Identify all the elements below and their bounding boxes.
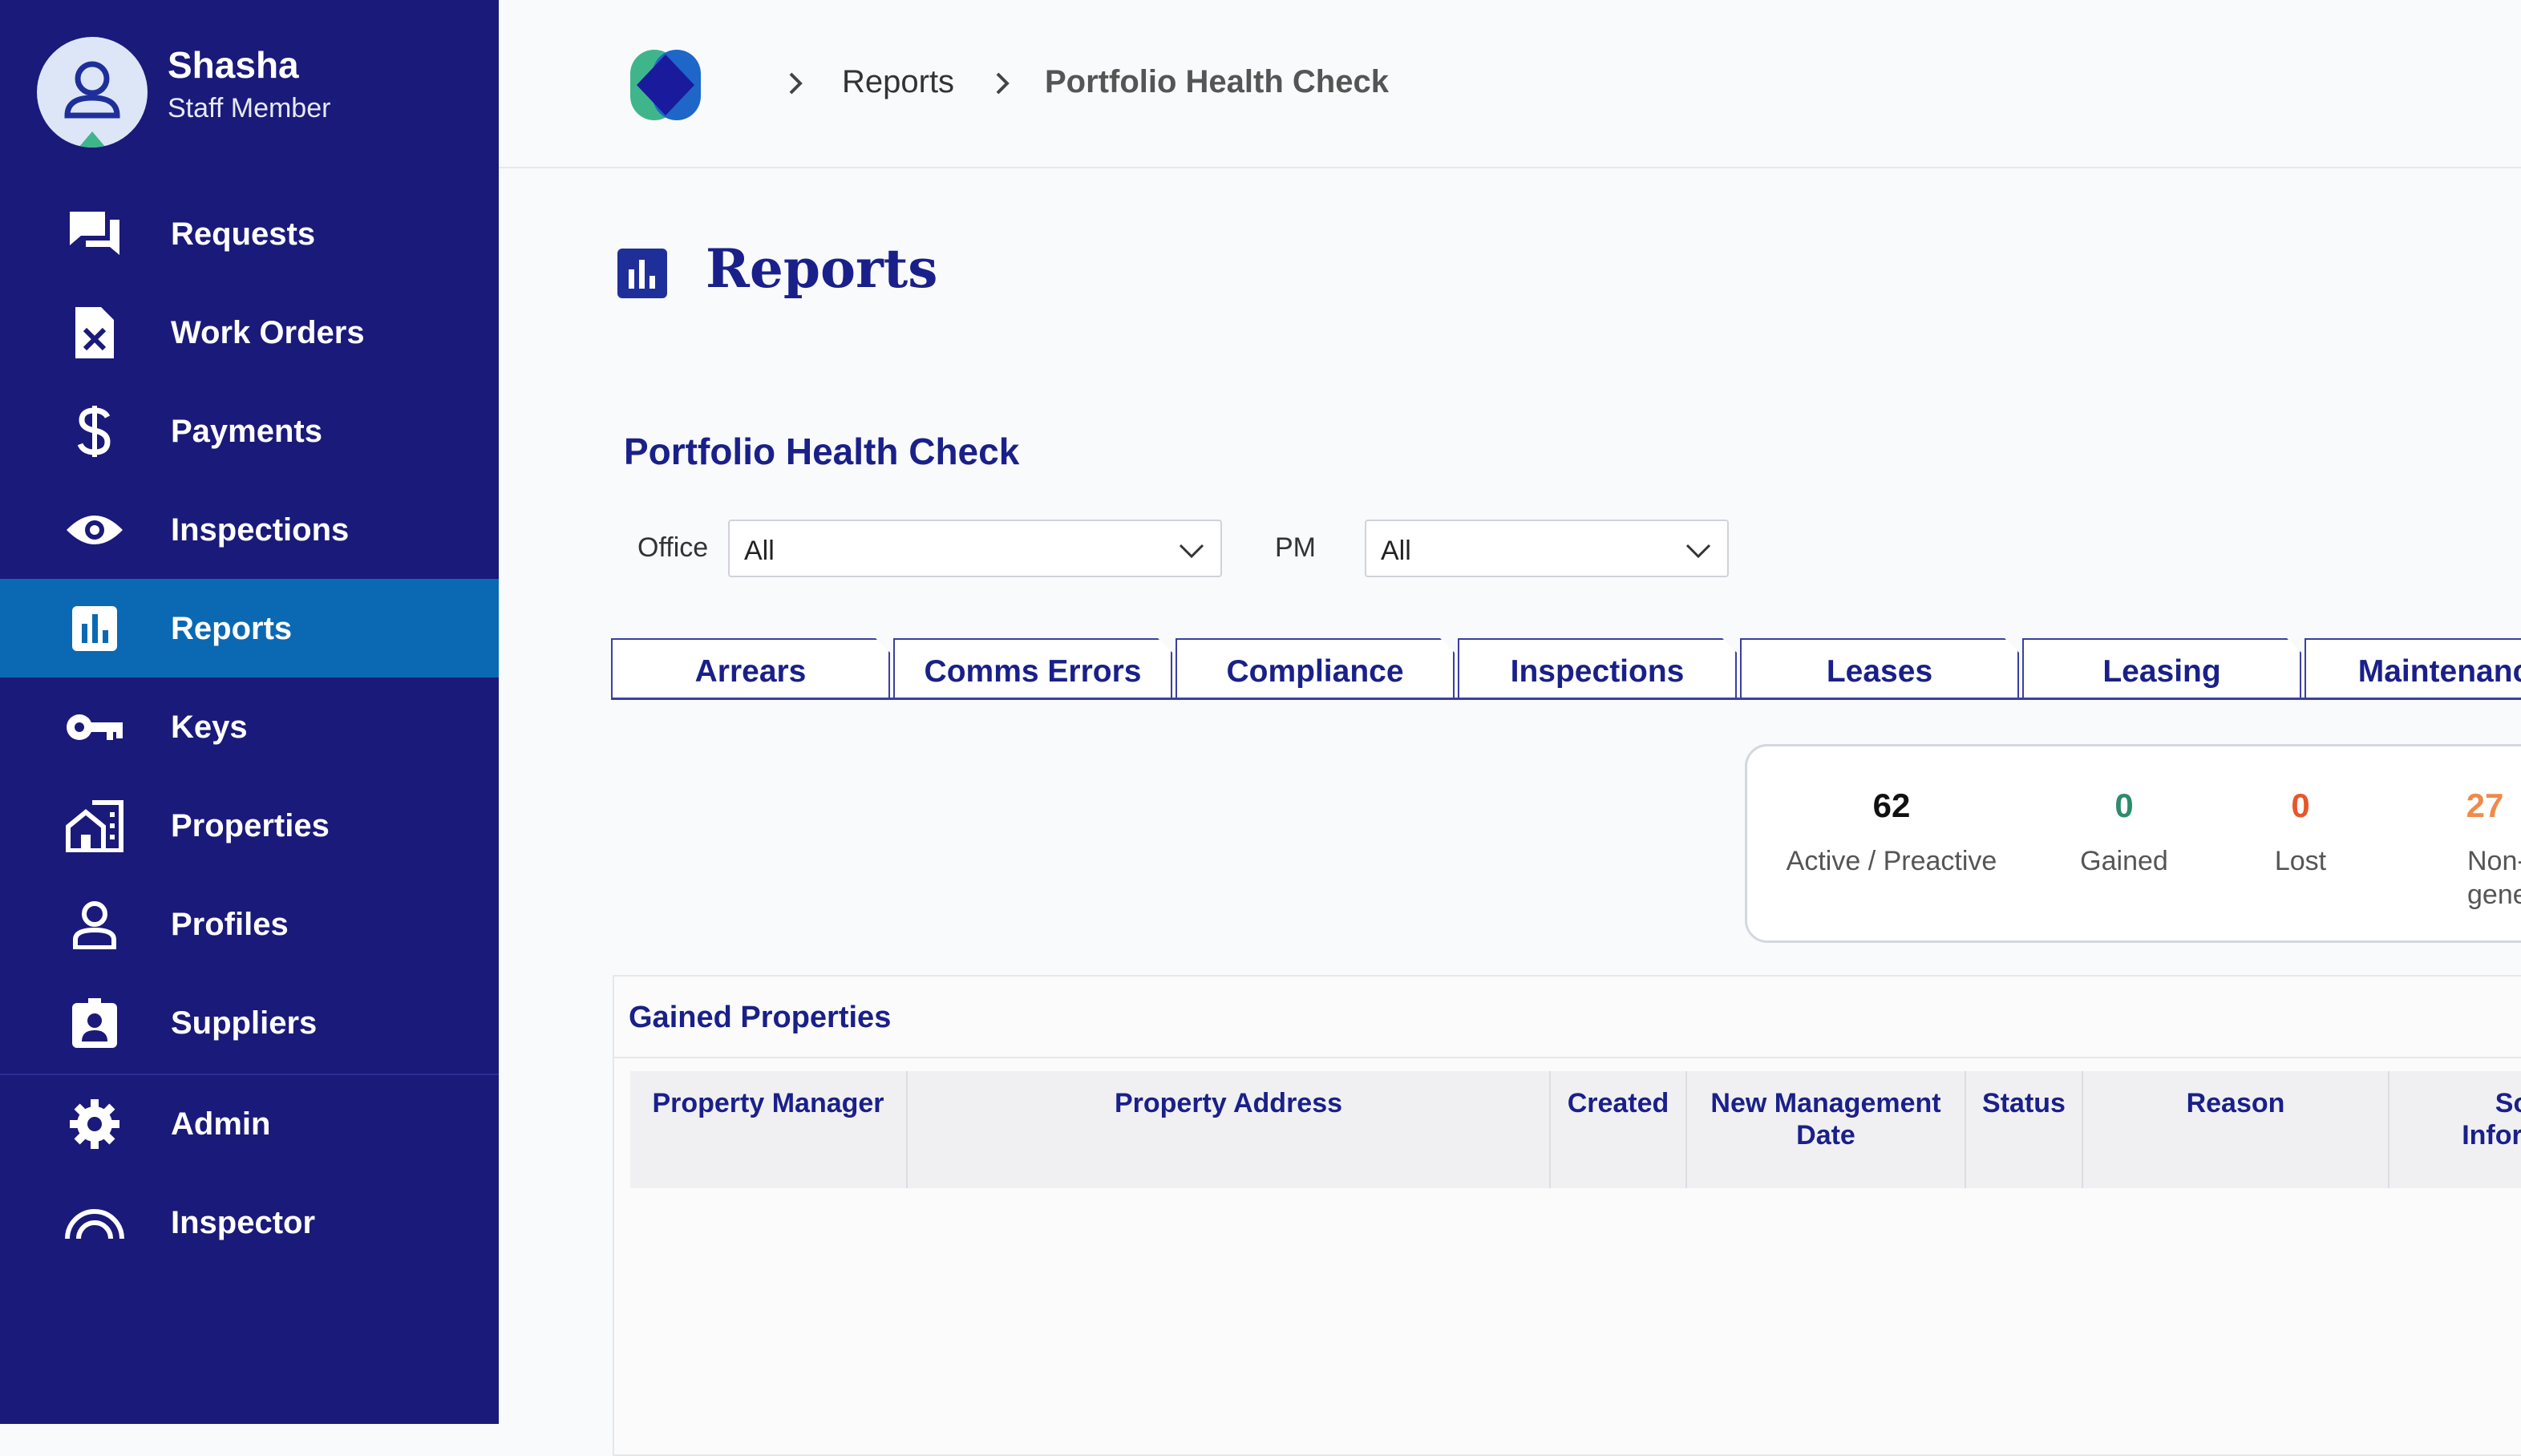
column-status[interactable]: Status xyxy=(1966,1071,2083,1188)
key-icon xyxy=(58,700,132,754)
app-logo[interactable] xyxy=(625,45,704,125)
sidebar-item-label: Work Orders xyxy=(171,315,365,350)
stat-value: 0 xyxy=(2291,787,2310,824)
column-source-information[interactable]: Sou Inform xyxy=(2389,1071,2521,1188)
breadcrumb-reports[interactable]: Reports xyxy=(842,64,954,100)
work-order-icon xyxy=(58,305,132,360)
sidebar-item-inspector[interactable]: Inspector xyxy=(0,1173,499,1272)
sidebar-item-requests[interactable]: Requests xyxy=(0,184,499,283)
user-role: Staff Member xyxy=(168,93,331,123)
sidebar-item-label: Admin xyxy=(171,1106,271,1142)
sidebar-item-label: Payments xyxy=(171,414,322,449)
column-label: Property Address xyxy=(1114,1088,1343,1118)
user-profile[interactable]: Shasha Staff Member xyxy=(0,0,499,176)
sidebar-item-label: Profiles xyxy=(171,907,289,942)
dollar-icon xyxy=(58,404,132,459)
building-icon xyxy=(58,799,132,853)
chat-icon xyxy=(58,207,132,261)
column-label: Status xyxy=(1982,1088,2066,1118)
sidebar-item-label: Keys xyxy=(171,710,248,745)
office-select[interactable]: All xyxy=(728,520,1222,577)
divider xyxy=(614,1057,2521,1058)
sidebar-item-inspections[interactable]: Inspections xyxy=(0,480,499,579)
tab-label: Leases xyxy=(1826,654,1933,689)
person-icon xyxy=(58,897,132,952)
chevron-right-icon xyxy=(993,67,1014,99)
report-tabs: Arrears Comms Errors Compliance Inspecti… xyxy=(611,638,2521,699)
tabs-underline xyxy=(611,698,2521,700)
user-name: Shasha xyxy=(168,44,299,86)
sidebar-item-label: Inspector xyxy=(171,1205,316,1240)
stat-value: 0 xyxy=(2114,787,2134,824)
page-title: Reports xyxy=(706,237,938,300)
bar-chart-icon xyxy=(617,249,667,298)
tab-inspections[interactable]: Inspections xyxy=(1458,638,1737,699)
chevron-down-icon xyxy=(1176,539,1208,563)
column-created[interactable]: Created xyxy=(1551,1071,1687,1188)
column-label: New Management Date xyxy=(1710,1088,1941,1151)
tab-leases[interactable]: Leases xyxy=(1740,638,2019,699)
column-label: Sou Inform xyxy=(2462,1088,2521,1151)
office-select-value: All xyxy=(744,536,775,566)
stats-card: 62 Active / Preactive 0 Gained 0 Lost 27… xyxy=(1745,744,2521,943)
sidebar-item-suppliers[interactable]: Suppliers xyxy=(0,973,499,1072)
sidebar-item-admin[interactable]: Admin xyxy=(0,1074,499,1173)
sidebar-item-label: Inspections xyxy=(171,512,350,548)
office-filter-label: Office xyxy=(637,532,709,563)
eye-icon xyxy=(58,503,132,557)
gear-icon xyxy=(58,1097,132,1151)
stat-label: Lost xyxy=(2274,846,2327,876)
chevron-down-icon xyxy=(1682,539,1714,563)
sidebar-item-keys[interactable]: Keys xyxy=(0,677,499,776)
column-property-manager[interactable]: Property Manager xyxy=(630,1071,908,1188)
stat-label: Active / Preactive xyxy=(1786,846,1997,876)
stat-label: Gained xyxy=(2080,846,2168,876)
tab-maintenance[interactable]: Maintenanc xyxy=(2305,638,2521,699)
sidebar-item-label: Requests xyxy=(171,216,316,252)
pm-select[interactable]: All xyxy=(1365,520,1729,577)
avatar[interactable] xyxy=(37,37,148,148)
column-label: Property Manager xyxy=(652,1088,884,1118)
tab-label: Leasing xyxy=(2102,654,2221,689)
sidebar-item-label: Properties xyxy=(171,808,330,843)
column-new-management-date[interactable]: New Management Date xyxy=(1687,1071,1966,1188)
badge-icon xyxy=(58,996,132,1050)
breadcrumb-current: Portfolio Health Check xyxy=(1045,64,1389,99)
tab-comms-errors[interactable]: Comms Errors xyxy=(893,638,1172,699)
chevron-right-icon xyxy=(786,67,807,99)
tab-compliance[interactable]: Compliance xyxy=(1176,638,1455,699)
tab-leasing[interactable]: Leasing xyxy=(2022,638,2301,699)
gained-properties-panel: Gained Properties Property Manager Prope… xyxy=(613,975,2521,1456)
tab-label: Comms Errors xyxy=(924,654,1142,689)
column-label: Created xyxy=(1567,1088,1669,1118)
bar-chart-icon xyxy=(58,601,132,656)
tab-label: Inspections xyxy=(1510,654,1685,689)
sidebar-item-work-orders[interactable]: Work Orders xyxy=(0,283,499,382)
tab-arrears[interactable]: Arrears xyxy=(611,638,890,699)
sidebar-item-payments[interactable]: Payments xyxy=(0,382,499,480)
pm-filter-label: PM xyxy=(1275,532,1316,563)
sidebar-item-profiles[interactable]: Profiles xyxy=(0,875,499,973)
gauge-icon xyxy=(58,1195,132,1250)
sidebar-item-label: Suppliers xyxy=(171,1005,318,1041)
column-label: Reason xyxy=(2186,1088,2285,1118)
sidebar-item-reports[interactable]: Reports xyxy=(0,579,499,677)
tab-label: Compliance xyxy=(1226,654,1404,689)
stat-label: Non-Inco generat xyxy=(2467,846,2521,910)
column-property-address[interactable]: Property Address xyxy=(908,1071,1551,1188)
pm-select-value: All xyxy=(1381,536,1411,566)
stat-value: 27 xyxy=(2466,787,2504,824)
sidebar: Shasha Staff Member Requests Work Orders… xyxy=(0,0,499,1424)
table-header: Property Manager Property Address Create… xyxy=(630,1071,2521,1188)
column-reason[interactable]: Reason xyxy=(2083,1071,2389,1188)
tab-label: Arrears xyxy=(694,654,807,689)
stat-value: 62 xyxy=(1872,787,1911,824)
tab-label: Maintenanc xyxy=(2357,654,2521,689)
report-title: Portfolio Health Check xyxy=(624,431,1020,472)
panel-title: Gained Properties xyxy=(629,1001,892,1034)
sidebar-item-properties[interactable]: Properties xyxy=(0,776,499,875)
sidebar-item-label: Reports xyxy=(171,611,293,646)
